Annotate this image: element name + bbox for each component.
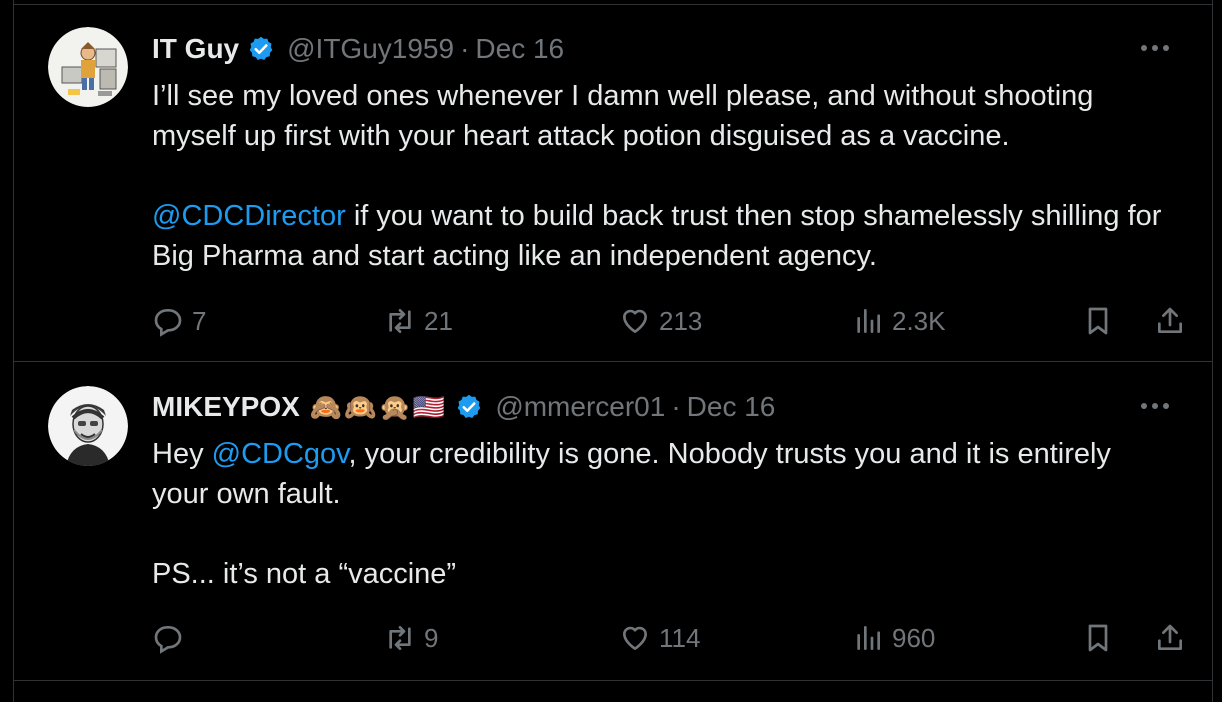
tweet-paragraph: Hey @CDCgov, your credibility is gone. N… [152,434,1172,514]
views-icon [857,309,880,333]
views-icon [857,626,880,650]
tweet[interactable]: IT Guy @ITGuy1959 · Dec 16 I’ll see my l… [14,5,1212,362]
action-bar: 7 21 213 2.3K [152,299,1182,343]
mention-link[interactable]: @CDCDirector [152,200,346,232]
tweet-text: I’ll see my loved ones whenever I damn w… [152,76,1172,276]
tweet-paragraph: I’ll see my loved ones whenever I damn w… [152,80,1094,152]
tweet-header: MIKEYPOX 🙈🙉🙊🇺🇸 @mmercer01 · Dec 16 [152,387,1172,427]
avatar[interactable] [48,386,128,466]
like-count: 213 [659,305,703,336]
tweet-paragraph: PS... it’s not a “vaccine” [152,558,457,590]
like-button[interactable]: 114 [619,616,700,660]
verified-badge-icon [455,393,483,421]
avatar[interactable] [48,27,128,107]
heart-icon [623,309,647,333]
bookmark-icon [1088,624,1108,652]
like-count: 114 [659,622,701,653]
views-button[interactable]: 2.3K [852,299,946,343]
share-icon [1158,307,1182,333]
display-name[interactable]: IT Guy [152,33,239,65]
tweet-text: Hey @CDCgov, your credibility is gone. N… [152,434,1172,594]
retweet-count: 9 [424,622,439,653]
timeline-column: IT Guy @ITGuy1959 · Dec 16 I’ll see my l… [13,0,1213,702]
share-button[interactable] [1154,616,1186,660]
retweet-icon [389,626,411,650]
tweet[interactable]: MIKEYPOX 🙈🙉🙊🇺🇸 @mmercer01 · Dec 16 Hey @… [14,362,1212,681]
bookmark-icon [1088,307,1108,335]
separator-dot: · [671,391,681,422]
retweet-button[interactable]: 9 [384,616,438,660]
share-button[interactable] [1154,299,1186,343]
user-handle[interactable]: @ITGuy1959 [287,33,454,65]
verified-badge-icon [247,35,275,63]
reply-icon [154,626,182,654]
tweet-header: IT Guy @ITGuy1959 · Dec 16 [152,29,1172,69]
bookmark-button[interactable] [1082,299,1114,343]
more-options-icon[interactable] [1138,31,1172,65]
views-count: 2.3K [892,305,946,336]
views-button[interactable]: 960 [852,616,935,660]
mention-link[interactable]: @CDCgov [212,438,349,470]
retweet-button[interactable]: 21 [384,299,453,343]
bookmark-button[interactable] [1082,616,1114,660]
reply-button[interactable] [152,616,192,660]
tweet-paragraph: @CDCDirector if you want to build back t… [152,196,1172,276]
reply-button[interactable]: 7 [152,299,206,343]
tweet-date[interactable]: Dec 16 [687,391,776,423]
reply-count: 7 [192,305,207,336]
reply-icon [154,309,182,337]
separator-dot: · [460,33,470,64]
tweet-date[interactable]: Dec 16 [475,33,564,65]
display-name[interactable]: MIKEYPOX [152,391,300,423]
retweet-count: 21 [424,305,453,336]
name-emojis: 🙈🙉🙊🇺🇸 [309,391,448,422]
like-button[interactable]: 213 [619,299,702,343]
share-icon [1158,624,1182,650]
more-options-icon[interactable] [1138,389,1172,423]
retweet-icon [389,309,411,333]
user-handle[interactable]: @mmercer01 [495,391,665,423]
action-bar: 9 114 960 [152,616,1182,660]
heart-icon [623,626,647,650]
views-count: 960 [892,622,936,653]
tweet-paragraph-prefix: Hey [152,438,212,470]
